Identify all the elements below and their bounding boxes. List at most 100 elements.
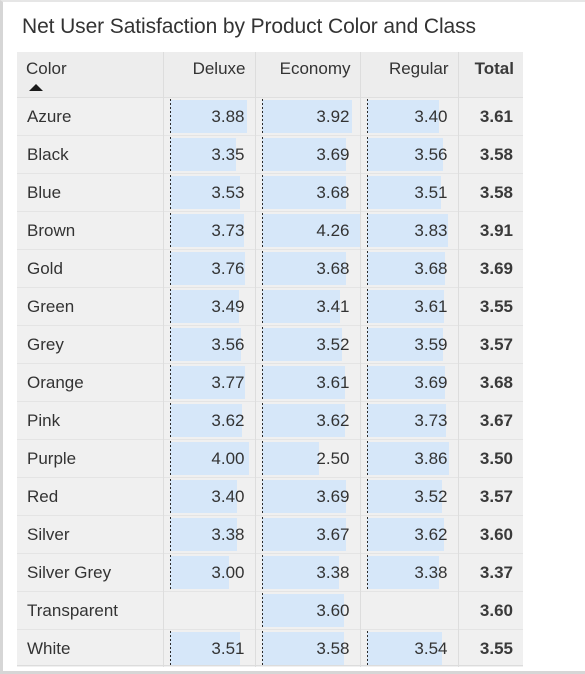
cell-regular[interactable]: 3.54: [360, 629, 459, 667]
cell-economy[interactable]: 3.68: [255, 173, 361, 212]
cell-total[interactable]: 3.68: [458, 363, 523, 402]
cell-economy[interactable]: 3.61: [255, 363, 361, 402]
cell-deluxe[interactable]: 3.00: [163, 553, 256, 592]
cell-economy[interactable]: 3.60: [255, 591, 361, 630]
cell-text: 3.56: [211, 334, 245, 354]
cell-color[interactable]: Green: [17, 287, 164, 326]
cell-economy[interactable]: 4.26: [255, 211, 361, 250]
cell-deluxe[interactable]: 3.76: [163, 249, 256, 288]
cell-deluxe[interactable]: 3.88: [163, 97, 256, 136]
cell-regular[interactable]: 3.51: [360, 173, 459, 212]
cell-total[interactable]: 3.57: [458, 477, 523, 516]
cell-regular[interactable]: [360, 591, 459, 630]
cell-total[interactable]: 3.55: [458, 629, 523, 667]
cell-color[interactable]: Brown: [17, 211, 164, 250]
column-header-economy[interactable]: Economy: [255, 52, 361, 98]
cell-total[interactable]: 3.69: [458, 249, 523, 288]
cell-regular[interactable]: 3.59: [360, 325, 459, 364]
cell-total[interactable]: 3.57: [458, 325, 523, 364]
cell-economy[interactable]: 3.69: [255, 477, 361, 516]
cell-economy[interactable]: 3.38: [255, 553, 361, 592]
table-row[interactable]: Purple 4.00 2.50 3.86 3.50: [17, 439, 523, 478]
column-header-regular[interactable]: Regular: [360, 52, 459, 98]
cell-deluxe[interactable]: 3.77: [163, 363, 256, 402]
cell-color[interactable]: Blue: [17, 173, 164, 212]
cell-regular[interactable]: 3.86: [360, 439, 459, 478]
table-row[interactable]: Black 3.35 3.69 3.56 3.58: [17, 135, 523, 174]
table-row[interactable]: Azure 3.88 3.92 3.40 3.61: [17, 97, 523, 136]
table-row[interactable]: Silver Grey 3.00 3.38 3.38 3.37: [17, 553, 523, 592]
table-row[interactable]: Red 3.40 3.69 3.52 3.57: [17, 477, 523, 516]
cell-text: 3.88: [211, 106, 245, 126]
table-row[interactable]: Grey 3.56 3.52 3.59 3.57: [17, 325, 523, 364]
table-row[interactable]: Brown 3.73 4.26 3.83 3.91: [17, 211, 523, 250]
cell-deluxe[interactable]: 3.49: [163, 287, 256, 326]
cell-color[interactable]: Silver Grey: [17, 553, 164, 592]
cell-color[interactable]: Purple: [17, 439, 164, 478]
table-row[interactable]: Blue 3.53 3.68 3.51 3.58: [17, 173, 523, 212]
cell-total[interactable]: 3.60: [458, 591, 523, 630]
row-label: Black: [27, 144, 69, 164]
cell-economy[interactable]: 3.41: [255, 287, 361, 326]
table-row[interactable]: Green 3.49 3.41 3.61 3.55: [17, 287, 523, 326]
cell-economy[interactable]: 3.52: [255, 325, 361, 364]
column-header-color[interactable]: Color: [17, 52, 164, 98]
cell-total[interactable]: 3.55: [458, 287, 523, 326]
cell-color[interactable]: Pink: [17, 401, 164, 440]
cell-color[interactable]: Transparent: [17, 591, 164, 630]
table-row[interactable]: Orange 3.77 3.61 3.69 3.68: [17, 363, 523, 402]
cell-regular[interactable]: 3.52: [360, 477, 459, 516]
cell-economy[interactable]: 3.62: [255, 401, 361, 440]
cell-economy[interactable]: 3.58: [255, 629, 361, 667]
cell-regular[interactable]: 3.69: [360, 363, 459, 402]
cell-economy[interactable]: 3.92: [255, 97, 361, 136]
cell-economy[interactable]: 3.68: [255, 249, 361, 288]
cell-regular[interactable]: 3.62: [360, 515, 459, 554]
cell-regular[interactable]: 3.56: [360, 135, 459, 174]
cell-deluxe[interactable]: 3.35: [163, 135, 256, 174]
cell-total[interactable]: 3.37: [458, 553, 523, 592]
table-row[interactable]: White 3.51 3.58 3.54 3.55: [17, 629, 523, 667]
table-row[interactable]: Silver 3.38 3.67 3.62 3.60: [17, 515, 523, 554]
column-header-total[interactable]: Total: [458, 52, 523, 98]
cell-regular[interactable]: 3.68: [360, 249, 459, 288]
cell-deluxe[interactable]: 3.56: [163, 325, 256, 364]
cell-color[interactable]: Gold: [17, 249, 164, 288]
cell-regular[interactable]: 3.73: [360, 401, 459, 440]
cell-deluxe[interactable]: 3.53: [163, 173, 256, 212]
cell-total[interactable]: 3.58: [458, 173, 523, 212]
cell-deluxe[interactable]: 4.00: [163, 439, 256, 478]
cell-economy[interactable]: 3.69: [255, 135, 361, 174]
cell-color[interactable]: Azure: [17, 97, 164, 136]
cell-deluxe[interactable]: 3.62: [163, 401, 256, 440]
cell-economy[interactable]: 2.50: [255, 439, 361, 478]
table-row[interactable]: Transparent 3.60 3.60: [17, 591, 523, 630]
cell-regular[interactable]: 3.61: [360, 287, 459, 326]
table-row[interactable]: Pink 3.62 3.62 3.73 3.67: [17, 401, 523, 440]
cell-color[interactable]: Black: [17, 135, 164, 174]
cell-color[interactable]: Grey: [17, 325, 164, 364]
cell-deluxe[interactable]: 3.51: [163, 629, 256, 667]
cell-color[interactable]: Orange: [17, 363, 164, 402]
cell-deluxe[interactable]: 3.38: [163, 515, 256, 554]
cell-total[interactable]: 3.50: [458, 439, 523, 478]
cell-color[interactable]: Silver: [17, 515, 164, 554]
cell-color[interactable]: White: [17, 629, 164, 667]
cell-total[interactable]: 3.91: [458, 211, 523, 250]
cell-deluxe[interactable]: [163, 591, 256, 630]
cell-text: 3.62: [316, 410, 350, 430]
cell-total[interactable]: 3.60: [458, 515, 523, 554]
cell-regular[interactable]: 3.83: [360, 211, 459, 250]
cell-regular[interactable]: 3.38: [360, 553, 459, 592]
table-row[interactable]: Gold 3.76 3.68 3.68 3.69: [17, 249, 523, 288]
cell-total[interactable]: 3.61: [458, 97, 523, 136]
cell-total[interactable]: 3.58: [458, 135, 523, 174]
cell-color[interactable]: Red: [17, 477, 164, 516]
cell-economy[interactable]: 3.67: [255, 515, 361, 554]
column-header-deluxe[interactable]: Deluxe: [163, 52, 256, 98]
cell-deluxe[interactable]: 3.73: [163, 211, 256, 250]
cell-deluxe[interactable]: 3.40: [163, 477, 256, 516]
cell-text: 3.57: [479, 334, 513, 354]
cell-regular[interactable]: 3.40: [360, 97, 459, 136]
cell-total[interactable]: 3.67: [458, 401, 523, 440]
